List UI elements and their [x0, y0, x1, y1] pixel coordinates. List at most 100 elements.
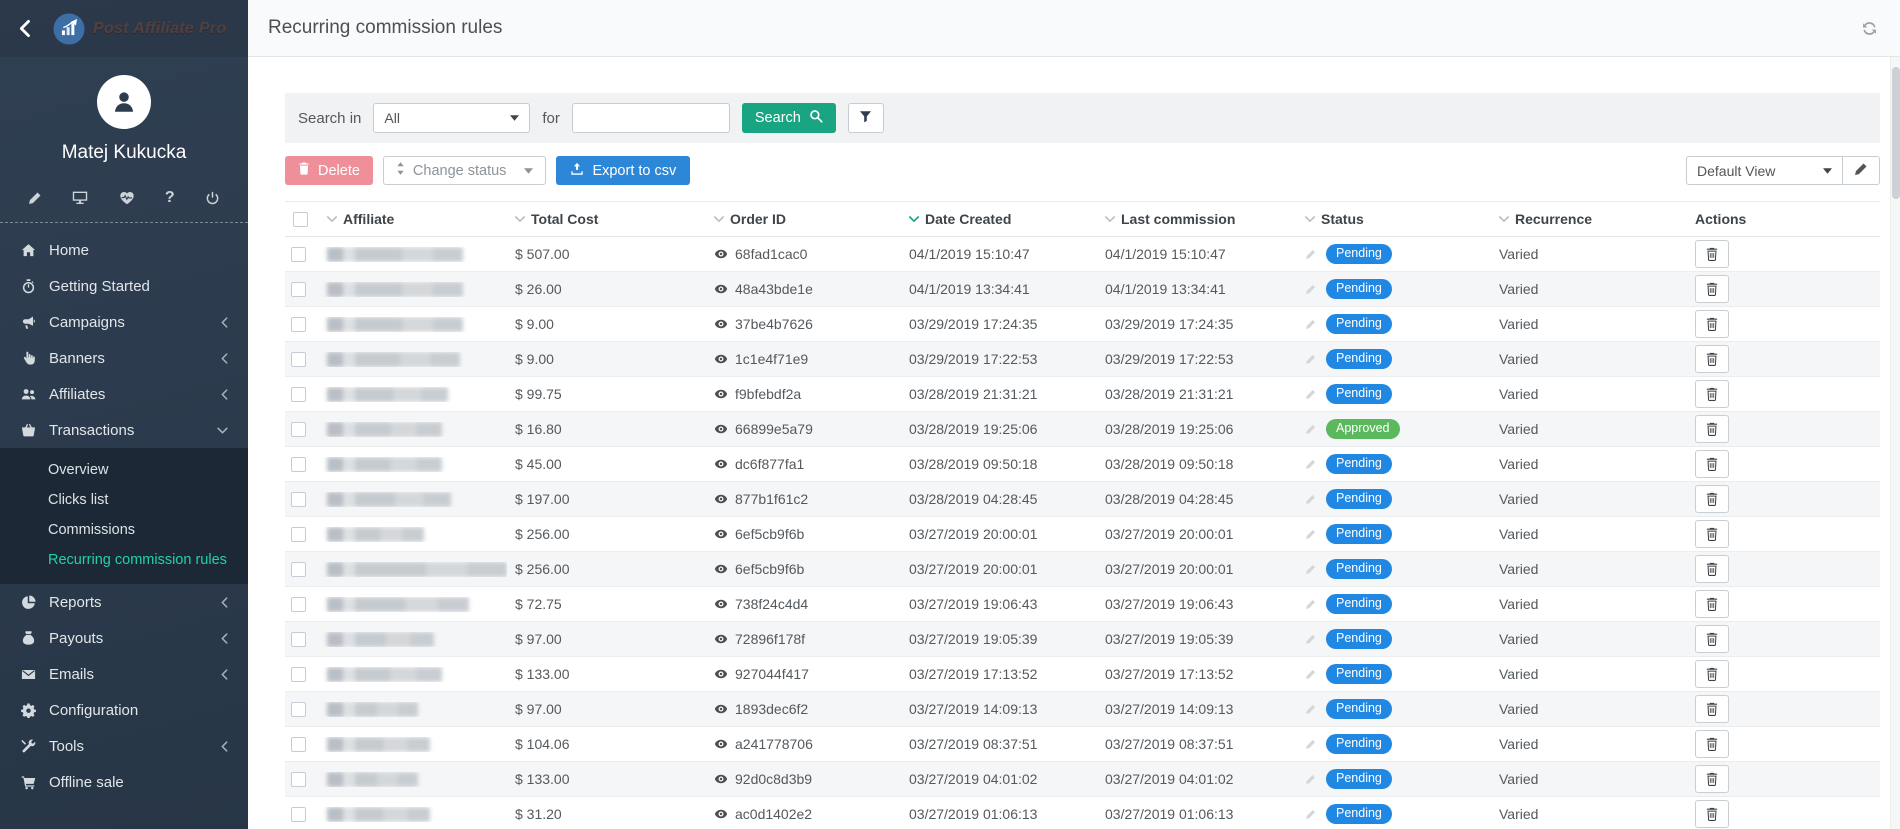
delete-row-button[interactable] [1695, 695, 1729, 723]
column-header-total-cost[interactable]: Total Cost [507, 211, 706, 227]
delete-row-button[interactable] [1695, 590, 1729, 618]
sidebar-item-reports[interactable]: Reports [0, 584, 248, 620]
eye-icon[interactable] [714, 457, 728, 471]
sidebar-item-transactions[interactable]: Transactions [0, 412, 248, 448]
row-checkbox[interactable] [291, 387, 306, 402]
eye-icon[interactable] [714, 317, 728, 331]
column-header-date-created[interactable]: Date Created [901, 211, 1097, 227]
delete-row-button[interactable] [1695, 660, 1729, 688]
column-header-status[interactable]: Status [1297, 211, 1491, 227]
filter-button[interactable] [848, 103, 884, 133]
edit-status-pencil-icon[interactable] [1305, 319, 1316, 330]
export-csv-button[interactable]: Export to csv [556, 156, 690, 185]
sidebar-item-configuration[interactable]: Configuration [0, 692, 248, 728]
edit-status-pencil-icon[interactable] [1305, 459, 1316, 470]
avatar[interactable] [97, 75, 151, 129]
change-status-button[interactable]: Change status [383, 156, 547, 185]
sidebar-item-banners[interactable]: Banners [0, 340, 248, 376]
row-checkbox[interactable] [291, 772, 306, 787]
eye-icon[interactable] [714, 282, 728, 296]
edit-status-pencil-icon[interactable] [1305, 634, 1316, 645]
search-term-input[interactable] [572, 103, 730, 133]
pencil-icon[interactable] [28, 191, 42, 205]
delete-row-button[interactable] [1695, 415, 1729, 443]
row-checkbox[interactable] [291, 492, 306, 507]
eye-icon[interactable] [714, 422, 728, 436]
vertical-scrollbar[interactable] [1890, 57, 1900, 829]
eye-icon[interactable] [714, 527, 728, 541]
row-checkbox[interactable] [291, 422, 306, 437]
eye-icon[interactable] [714, 737, 728, 751]
sidebar-item-tools[interactable]: Tools [0, 728, 248, 764]
edit-status-pencil-icon[interactable] [1305, 389, 1316, 400]
column-header-affiliate[interactable]: Affiliate [319, 211, 507, 227]
sidebar-subitem-recurring-commission-rules[interactable]: Recurring commission rules [0, 545, 248, 575]
delete-row-button[interactable] [1695, 555, 1729, 583]
row-checkbox[interactable] [291, 667, 306, 682]
sidebar-item-offline-sale[interactable]: Offline sale [0, 764, 248, 800]
row-checkbox[interactable] [291, 527, 306, 542]
sidebar-item-home[interactable]: Home [0, 232, 248, 268]
sidebar-item-campaigns[interactable]: Campaigns [0, 304, 248, 340]
delete-row-button[interactable] [1695, 800, 1729, 828]
delete-row-button[interactable] [1695, 730, 1729, 758]
view-select[interactable]: Default View [1686, 156, 1843, 185]
column-header-order-id[interactable]: Order ID [706, 211, 901, 227]
power-icon[interactable] [205, 191, 220, 206]
row-checkbox[interactable] [291, 597, 306, 612]
edit-view-button[interactable] [1843, 156, 1880, 185]
row-checkbox[interactable] [291, 247, 306, 262]
row-checkbox[interactable] [291, 317, 306, 332]
sidebar-item-payouts[interactable]: Payouts [0, 620, 248, 656]
eye-icon[interactable] [714, 597, 728, 611]
delete-row-button[interactable] [1695, 485, 1729, 513]
edit-status-pencil-icon[interactable] [1305, 424, 1316, 435]
refresh-icon[interactable] [1861, 20, 1878, 37]
heartbeat-icon[interactable] [119, 190, 135, 206]
help-icon[interactable]: ? [165, 190, 175, 206]
eye-icon[interactable] [714, 632, 728, 646]
monitor-icon[interactable] [72, 190, 88, 206]
eye-icon[interactable] [714, 807, 728, 821]
eye-icon[interactable] [714, 247, 728, 261]
eye-icon[interactable] [714, 352, 728, 366]
delete-row-button[interactable] [1695, 275, 1729, 303]
row-checkbox[interactable] [291, 702, 306, 717]
edit-status-pencil-icon[interactable] [1305, 704, 1316, 715]
eye-icon[interactable] [714, 492, 728, 506]
sidebar-subitem-clicks-list[interactable]: Clicks list [0, 485, 248, 515]
column-header-last-commission[interactable]: Last commission [1097, 211, 1297, 227]
scrollbar-thumb[interactable] [1892, 67, 1900, 199]
row-checkbox[interactable] [291, 282, 306, 297]
sidebar-subitem-commissions[interactable]: Commissions [0, 515, 248, 545]
sidebar-item-affiliates[interactable]: Affiliates [0, 376, 248, 412]
delete-button[interactable]: Delete [285, 156, 373, 185]
edit-status-pencil-icon[interactable] [1305, 354, 1316, 365]
back-icon[interactable] [16, 15, 41, 42]
select-all-checkbox[interactable] [293, 212, 308, 227]
search-button[interactable]: Search [742, 103, 836, 133]
search-in-select[interactable]: All [373, 103, 530, 133]
delete-row-button[interactable] [1695, 240, 1729, 268]
eye-icon[interactable] [714, 562, 728, 576]
delete-row-button[interactable] [1695, 625, 1729, 653]
edit-status-pencil-icon[interactable] [1305, 774, 1316, 785]
edit-status-pencil-icon[interactable] [1305, 284, 1316, 295]
edit-status-pencil-icon[interactable] [1305, 564, 1316, 575]
sidebar-item-emails[interactable]: Emails [0, 656, 248, 692]
eye-icon[interactable] [714, 387, 728, 401]
delete-row-button[interactable] [1695, 380, 1729, 408]
eye-icon[interactable] [714, 772, 728, 786]
delete-row-button[interactable] [1695, 450, 1729, 478]
column-header-recurrence[interactable]: Recurrence [1491, 211, 1687, 227]
edit-status-pencil-icon[interactable] [1305, 599, 1316, 610]
sidebar-subitem-overview[interactable]: Overview [0, 455, 248, 485]
edit-status-pencil-icon[interactable] [1305, 249, 1316, 260]
delete-row-button[interactable] [1695, 310, 1729, 338]
eye-icon[interactable] [714, 667, 728, 681]
edit-status-pencil-icon[interactable] [1305, 739, 1316, 750]
row-checkbox[interactable] [291, 352, 306, 367]
delete-row-button[interactable] [1695, 765, 1729, 793]
eye-icon[interactable] [714, 702, 728, 716]
row-checkbox[interactable] [291, 457, 306, 472]
